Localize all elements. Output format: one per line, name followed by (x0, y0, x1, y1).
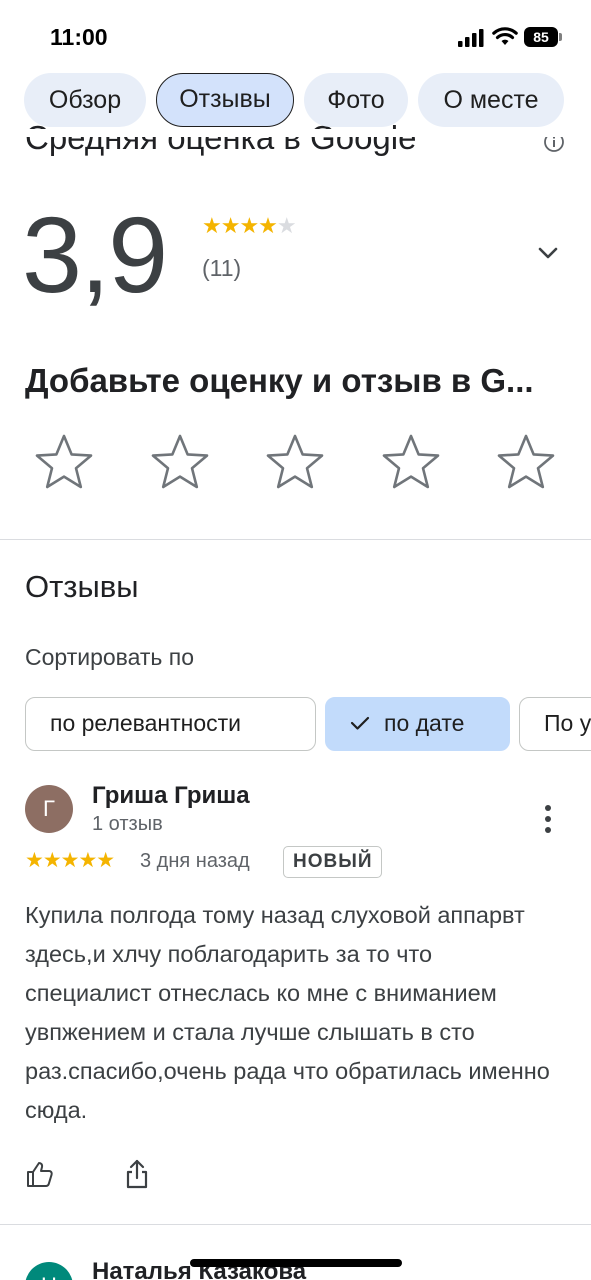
place-tabs: Обзор Отзывы Фото О месте (0, 73, 591, 129)
sort-relevance-label: по релевантности (50, 710, 242, 736)
sort-date-chip[interactable]: по дате (325, 697, 510, 751)
rate-star-3-icon[interactable] (265, 432, 325, 492)
wifi-icon (492, 27, 518, 45)
rate-star-5-icon[interactable] (496, 432, 556, 492)
avatar[interactable]: Г (25, 785, 73, 833)
status-time: 11:00 (50, 24, 108, 50)
status-bar: 11:00 85 (0, 0, 591, 70)
review-count: (11) (202, 255, 242, 281)
average-rating-value: 3,9 (22, 194, 168, 315)
review-divider (0, 1224, 591, 1225)
battery-icon: 85 (524, 27, 562, 47)
home-indicator[interactable] (190, 1259, 402, 1267)
battery-level: 85 (524, 27, 558, 47)
reviewer-name[interactable]: Гриша Гриша (92, 782, 250, 810)
rate-star-4-icon[interactable] (381, 432, 441, 492)
review-time: 3 дня назад (140, 850, 250, 872)
add-review-title: Добавьте оценку и отзыв в G... (25, 362, 534, 399)
avatar[interactable]: Н (25, 1262, 73, 1280)
sort-rating-chip[interactable]: По у (519, 697, 591, 751)
tab-overview[interactable]: Обзор (24, 73, 146, 127)
sort-label: Сортировать по (25, 644, 195, 670)
rating-stars: ★★★★★ (202, 213, 297, 238)
review-text: Купила полгода тому назад слуховой аппар… (25, 902, 550, 1123)
sort-relevance-chip[interactable]: по релевантности (25, 697, 316, 751)
new-badge: НОВЫЙ (283, 846, 383, 878)
sort-date-label: по дате (384, 710, 465, 736)
rate-star-2-icon[interactable] (150, 432, 210, 492)
tab-about[interactable]: О месте (418, 73, 564, 127)
share-icon[interactable] (123, 1158, 151, 1190)
review-stars: ★★★★★ (25, 849, 115, 872)
tab-photos[interactable]: Фото (304, 73, 408, 127)
reviewer-meta: 1 отзыв (92, 813, 163, 835)
tab-reviews[interactable]: Отзывы (156, 73, 294, 127)
more-vert-icon[interactable] (538, 802, 558, 836)
section-divider (0, 539, 591, 540)
cellular-signal-icon (458, 29, 484, 47)
thumbs-up-icon[interactable] (26, 1160, 54, 1188)
check-icon (350, 716, 370, 730)
reviews-title: Отзывы (25, 569, 139, 604)
sort-rating-label: По у (544, 710, 591, 736)
chevron-down-icon[interactable] (535, 240, 561, 266)
rate-star-1-icon[interactable] (34, 432, 94, 492)
